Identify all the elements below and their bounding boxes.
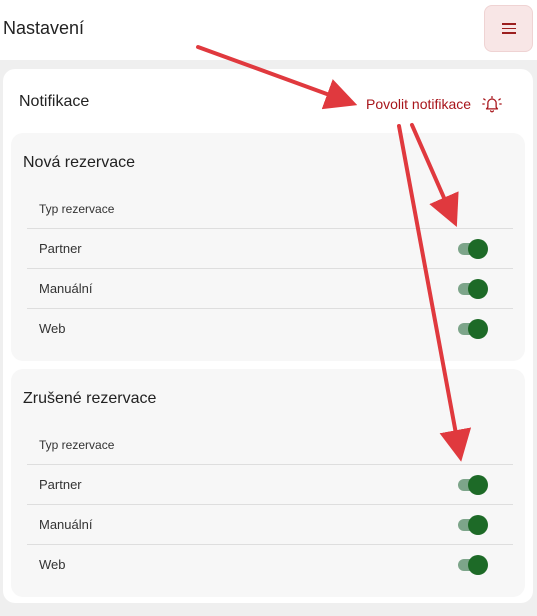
enable-notifications-button[interactable]: Povolit notifikace (366, 93, 503, 115)
toggle-thumb (468, 555, 488, 575)
column-header: Typ rezervace (39, 438, 115, 452)
row-label: Partner (39, 241, 82, 256)
notifications-card: Notifikace Povolit notifikace Nová rezer… (3, 69, 533, 603)
table-row: Web (27, 544, 513, 585)
column-header: Typ rezervace (39, 202, 115, 216)
hamburger-menu-icon (501, 23, 516, 34)
toggle-switch[interactable] (455, 554, 489, 576)
bell-icon (482, 96, 502, 113)
row-label: Manuální (39, 517, 93, 532)
table-row: Partner (27, 228, 513, 269)
toggle-switch[interactable] (455, 474, 489, 496)
page-title: Nastavení (3, 18, 85, 38)
toggle-thumb (468, 319, 488, 339)
toggle-thumb (468, 515, 488, 535)
toggle-switch[interactable] (455, 318, 489, 340)
cancelled-reservation-section: Zrušené rezervace Typ rezervace Partner … (11, 369, 525, 597)
row-label: Web (39, 321, 66, 336)
table-row: Manuální (27, 268, 513, 309)
toggle-switch[interactable] (455, 278, 489, 300)
toggle-thumb (468, 239, 488, 259)
new-reservation-section: Nová rezervace Typ rezervace Partner Man… (11, 133, 525, 361)
toggle-switch[interactable] (455, 238, 489, 260)
section-title: Nová rezervace (23, 154, 136, 171)
toggle-thumb (468, 475, 488, 495)
toggle-switch[interactable] (455, 514, 489, 536)
table-row: Web (27, 308, 513, 349)
toggle-thumb (468, 279, 488, 299)
row-label: Web (39, 557, 66, 572)
section-title: Zrušené rezervace (23, 390, 157, 407)
table-row: Partner (27, 464, 513, 505)
enable-notifications-label: Povolit notifikace (366, 96, 472, 112)
table-row: Manuální (27, 504, 513, 545)
menu-button[interactable] (484, 5, 533, 52)
row-label: Manuální (39, 281, 93, 296)
notifications-title: Notifikace (19, 93, 90, 110)
row-label: Partner (39, 477, 82, 492)
top-bar: Nastavení (0, 0, 537, 60)
